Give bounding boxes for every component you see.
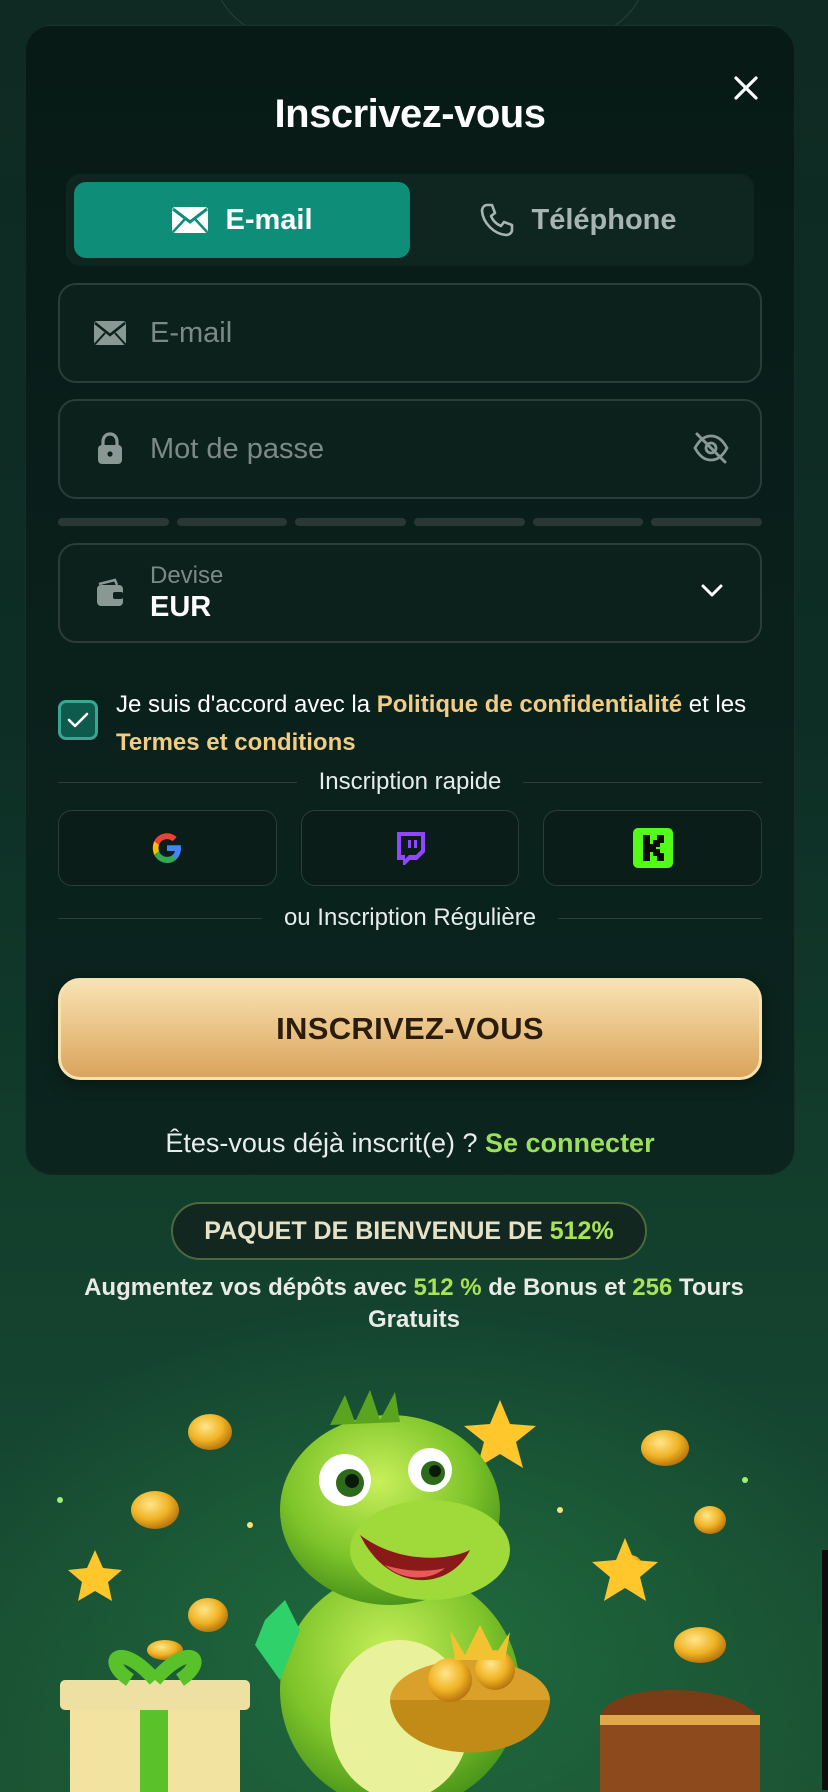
divider-line — [523, 781, 763, 783]
email-field[interactable]: E-mail — [58, 283, 762, 383]
regular-signup-label: ou Inscription Régulière — [283, 904, 537, 931]
strength-segment — [532, 518, 644, 526]
privacy-policy-link[interactable]: Politique de confidentialité — [377, 691, 682, 718]
strength-segment — [58, 518, 169, 526]
strength-segment — [295, 518, 407, 526]
bonus-desc-spins: 256 — [632, 1274, 673, 1301]
welcome-bonus-badge: PAQUET DE BIENVENUE DE 512% — [171, 1202, 647, 1260]
twitch-icon — [397, 832, 425, 865]
terms-link[interactable]: Termes et conditions — [116, 729, 356, 756]
bonus-pill-text: PAQUET DE BIENVENUE DE — [204, 1216, 543, 1245]
google-icon — [153, 833, 182, 863]
bonus-desc-percent: 512 % — [413, 1274, 482, 1301]
divider-line — [58, 917, 262, 919]
password-strength-meter — [58, 518, 763, 526]
signup-modal: Inscrivez-vous E-mail Téléphone E-mail M… — [25, 25, 795, 1175]
auth-method-tabs: E-mail Téléphone — [66, 174, 754, 266]
currency-value: EUR — [150, 591, 212, 623]
signup-submit-button[interactable]: INSCRIVEZ-VOUS — [58, 978, 762, 1080]
agreement-text-part2: et les — [682, 691, 747, 718]
check-icon — [67, 712, 89, 728]
password-placeholder: Mot de passe — [150, 432, 325, 465]
phone-icon — [481, 203, 514, 237]
login-prompt-text: Êtes-vous déjà inscrit(e) ? — [165, 1128, 486, 1158]
bonus-desc-1: Augmentez vos dépôts avec — [84, 1274, 414, 1301]
mail-icon — [90, 320, 130, 346]
bonus-description: Augmentez vos dépôts avec 512 % de Bonus… — [60, 1272, 768, 1336]
bonus-desc-2: de Bonus et — [481, 1274, 633, 1301]
agreement-row: Je suis d'accord avec la Politique de co… — [58, 686, 762, 762]
close-icon — [734, 76, 758, 100]
wallet-icon — [90, 578, 130, 608]
kick-icon — [632, 828, 673, 868]
email-placeholder: E-mail — [150, 316, 233, 349]
social-signup-buttons — [58, 810, 763, 886]
login-prompt: Êtes-vous déjà inscrit(e) ? Se connecter — [26, 1128, 794, 1159]
promo-dragon-illustration — [57, 1390, 760, 1792]
scrollbar[interactable] — [822, 1550, 828, 1790]
mail-icon — [172, 207, 209, 233]
google-signup-button[interactable] — [58, 810, 277, 886]
divider-line — [58, 781, 297, 783]
strength-segment — [414, 518, 525, 526]
quick-signup-divider: Inscription rapide — [58, 768, 763, 796]
currency-select[interactable]: Devise EUR — [58, 543, 762, 643]
chevron-down-icon — [700, 583, 724, 604]
quick-signup-label: Inscription rapide — [318, 768, 502, 795]
lock-icon — [90, 432, 130, 466]
kick-signup-button[interactable] — [543, 810, 763, 886]
password-field[interactable]: Mot de passe — [58, 399, 762, 499]
tab-email[interactable]: E-mail — [74, 182, 410, 258]
login-link[interactable]: Se connecter — [485, 1128, 655, 1158]
strength-segment — [176, 518, 288, 526]
twitch-signup-button[interactable] — [300, 810, 520, 886]
close-button[interactable] — [724, 66, 768, 110]
eye-off-icon[interactable] — [692, 431, 730, 470]
tab-phone[interactable]: Téléphone — [410, 182, 746, 258]
bonus-pill-percent: 512% — [549, 1216, 614, 1245]
agreement-checkbox[interactable] — [58, 700, 98, 740]
regular-signup-divider: ou Inscription Régulière — [58, 904, 763, 932]
currency-label: Devise — [150, 562, 224, 589]
tab-phone-label: Téléphone — [531, 203, 677, 236]
agreement-text-part1: Je suis d'accord avec la — [116, 691, 377, 718]
tab-email-label: E-mail — [225, 203, 313, 236]
strength-segment — [651, 518, 763, 526]
agreement-text: Je suis d'accord avec la Politique de co… — [116, 686, 762, 762]
modal-title: Inscrivez-vous — [274, 92, 546, 136]
currency-text: Devise EUR — [150, 562, 223, 624]
divider-line — [558, 917, 763, 919]
